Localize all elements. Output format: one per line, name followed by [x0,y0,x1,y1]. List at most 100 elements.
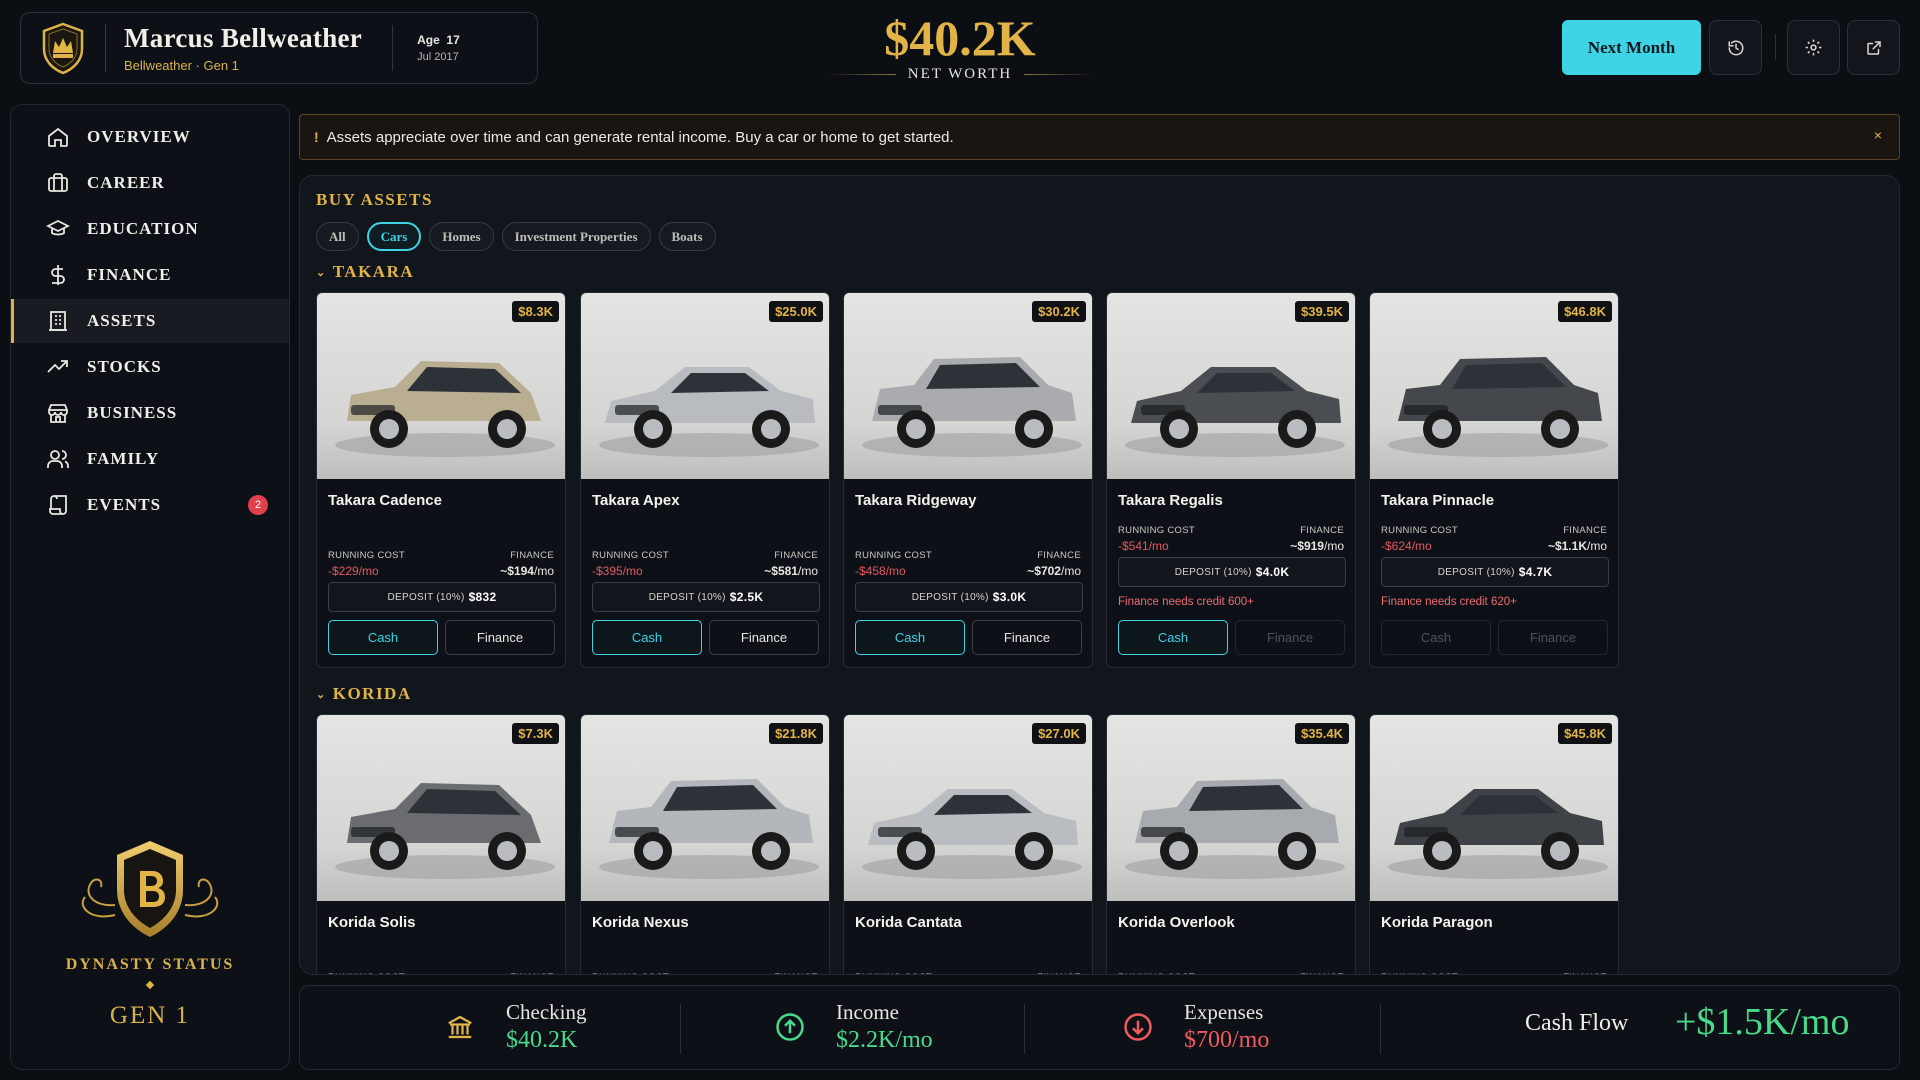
car-name: Takara Cadence [328,492,442,509]
open-external-button[interactable] [1847,20,1900,75]
dynasty-subtitle: Bellweather · Gen 1 [124,58,239,73]
brand-header-korida[interactable]: ⌄ KORIDA [316,684,412,704]
brand-header-takara[interactable]: ⌄ TAKARA [316,262,414,282]
finance-value: ~$702/mo [1027,564,1081,578]
nav-item-stocks[interactable]: STOCKS [11,345,289,389]
store-icon [45,400,71,426]
filter-all[interactable]: All [316,222,359,251]
running-cost-value: -$624/mo [1381,539,1432,553]
history-button[interactable] [1709,20,1762,75]
dynasty-status-title: DYNASTY STATUS [65,956,235,973]
price-tag: $7.3K [512,723,559,744]
nav-item-events[interactable]: EVENTS 2 [11,483,289,527]
dollar-icon [45,262,71,288]
nav-label: CAREER [87,173,165,192]
settings-button[interactable] [1787,20,1840,75]
external-link-icon [1866,40,1881,55]
profile-divider [392,25,394,71]
finance-amount: ~$194 [500,564,534,578]
buy-cash-button[interactable]: Cash [328,620,438,655]
finance-unit: /mo [1323,539,1344,553]
graduation-cap-icon [45,216,71,242]
next-month-button[interactable]: Next Month [1562,20,1701,75]
nav-item-career[interactable]: CAREER [11,161,289,205]
running-cost-amount: -$541 [1118,539,1149,553]
nav-item-family[interactable]: FAMILY [11,437,289,481]
car-card[interactable]: $27.0K Korida Cantata RUNNING COST FINAN… [843,714,1093,974]
nav-item-overview[interactable]: OVERVIEW [11,115,289,159]
expenses-label: Expenses [1184,1000,1264,1024]
users-icon [45,446,71,472]
car-image: $8.3K [317,293,565,479]
nav-label: EVENTS [87,495,162,514]
car-card[interactable]: $8.3K Takara Cadence RUNNING COST FINANC… [316,292,566,668]
car-card[interactable]: $21.8K Korida Nexus RUNNING COST FINANCE [580,714,830,974]
running-cost-label: RUNNING COST [1118,525,1195,536]
summary-separator [1380,1004,1381,1054]
filter-homes[interactable]: Homes [429,222,494,251]
car-name: Korida Paragon [1381,914,1493,931]
buy-finance-button[interactable]: Finance [1498,620,1608,655]
nav-item-business[interactable]: BUSINESS [11,391,289,435]
finance-unit: /mo [1060,564,1081,578]
car-image: $25.0K [581,293,829,479]
buy-cash-button[interactable]: Cash [592,620,702,655]
filter-investment-properties[interactable]: Investment Properties [501,222,651,251]
filter-cars[interactable]: Cars [366,222,422,251]
buy-finance-button[interactable]: Finance [972,620,1082,655]
price-tag: $27.0K [1032,723,1086,744]
buy-finance-button[interactable]: Finance [709,620,819,655]
car-image: $45.8K [1370,715,1618,901]
running-cost-value: -$458/mo [855,564,906,578]
nav-label: ASSETS [87,311,157,330]
car-image: $7.3K [317,715,565,901]
running-cost-label: RUNNING COST [855,972,932,974]
buy-cash-button[interactable]: Cash [1381,620,1491,655]
running-cost-label: RUNNING COST [592,972,669,974]
profile-divider [105,24,106,72]
chevron-down-icon: ⌄ [316,266,327,279]
nav-label: BUSINESS [87,403,178,422]
brand-name: KORIDA [332,684,412,703]
car-card[interactable]: $30.2K Takara Ridgeway RUNNING COST FINA… [843,292,1093,668]
car-image: $27.0K [844,715,1092,901]
nav-item-education[interactable]: EDUCATION [11,207,289,251]
running-cost-amount: -$395 [592,564,623,578]
running-cost-unit: /mo [1411,539,1432,553]
close-icon[interactable]: × [1869,127,1887,145]
running-cost-unit: /mo [1148,539,1169,553]
car-card[interactable]: $7.3K Korida Solis RUNNING COST FINANCE [316,714,566,974]
deposit-info: DEPOSIT (10%) $832 [328,582,556,612]
profile-card[interactable]: Marcus Bellweather Bellweather · Gen 1 A… [20,12,538,84]
bank-icon [440,1007,480,1047]
finance-label: FINANCE [1300,525,1344,536]
buy-assets-panel: BUY ASSETS All Cars Homes Investment Pro… [299,175,1900,975]
car-card[interactable]: $35.4K Korida Overlook RUNNING COST FINA… [1106,714,1356,974]
nav-label: STOCKS [87,357,162,376]
finance-unit: /mo [797,564,818,578]
nav-item-assets[interactable]: ASSETS [11,299,289,343]
nav-label: OVERVIEW [87,127,191,146]
car-card[interactable]: $45.8K Korida Paragon RUNNING COST FINAN… [1369,714,1619,974]
finance-label: FINANCE [774,550,818,561]
running-cost-label: RUNNING COST [328,550,405,561]
filter-boats[interactable]: Boats [658,222,716,251]
chevron-down-icon: ⌄ [316,688,327,701]
deposit-info: DEPOSIT (10%) $3.0K [855,582,1083,612]
scroll-icon [45,492,71,518]
buy-finance-button[interactable]: Finance [445,620,555,655]
nav-item-finance[interactable]: FINANCE [11,253,289,297]
buy-finance-button[interactable]: Finance [1235,620,1345,655]
dynasty-divider-diamond [145,980,155,990]
buy-cash-button[interactable]: Cash [855,620,965,655]
running-cost-label: RUNNING COST [328,972,405,974]
net-worth-display: $40.2K NET WORTH [820,8,1100,83]
car-card[interactable]: $46.8K Takara Pinnacle RUNNING COST FINA… [1369,292,1619,668]
summary-separator [680,1004,681,1054]
buy-cash-button[interactable]: Cash [1118,620,1228,655]
car-card[interactable]: $25.0K Takara Apex RUNNING COST FINANCE … [580,292,830,668]
car-card[interactable]: $39.5K Takara Regalis RUNNING COST FINAN… [1106,292,1356,668]
gear-icon [1805,39,1822,56]
car-image: $46.8K [1370,293,1618,479]
deposit-value: $4.7K [1518,565,1553,579]
